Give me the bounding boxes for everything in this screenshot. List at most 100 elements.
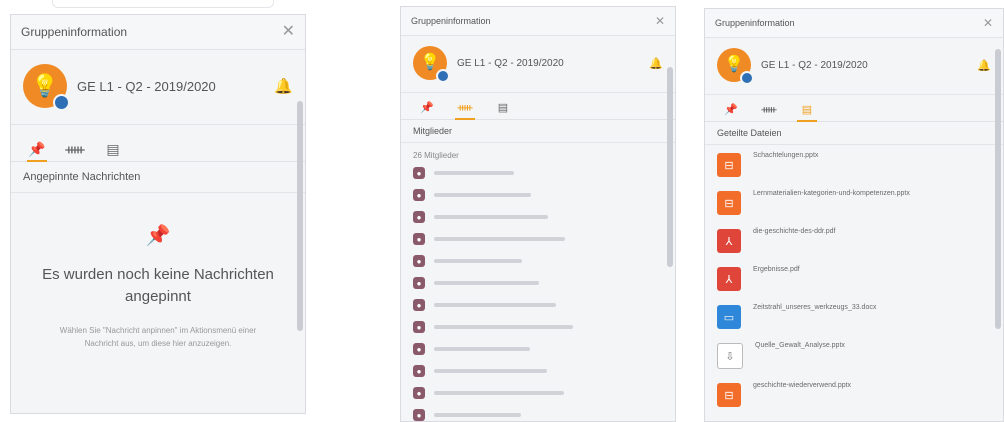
doc-file-icon: ▭ (717, 305, 741, 329)
file-item[interactable]: ⊟ Schachtelungen.pptx (705, 145, 1003, 183)
user-icon: ● (413, 189, 425, 201)
group-name: GE L1 - Q2 - 2019/2020 (77, 78, 216, 94)
member-row[interactable]: ● (401, 382, 675, 404)
tab-pinned[interactable]: 📌 (25, 137, 49, 162)
scrollbar[interactable] (667, 67, 673, 267)
close-icon[interactable]: ✕ (655, 15, 665, 27)
member-row[interactable]: ● (401, 250, 675, 272)
member-name-placeholder (434, 281, 539, 285)
user-icon: ● (413, 387, 425, 399)
file-text: Ergebnisse.pdf (753, 265, 800, 274)
tab-files[interactable]: ▤ (101, 137, 125, 161)
member-name-placeholder (434, 369, 547, 373)
ppt-file-icon: ⊟ (717, 153, 741, 177)
tab-pinned[interactable]: 📌 (415, 95, 439, 119)
file-text: geschichte-wiederverwend.pptx (753, 381, 851, 390)
badge-icon (436, 69, 450, 83)
close-icon[interactable]: ✕ (983, 17, 993, 29)
member-name-placeholder (434, 215, 548, 219)
user-icon: ● (413, 409, 425, 421)
pdf-file-icon: ⅄ (717, 267, 741, 291)
file-item[interactable]: ▭ Zeitstrahl_unseres_werkzeugs_33.docx (705, 297, 1003, 335)
badge-icon (740, 71, 754, 85)
bell-icon[interactable]: 🔔 (977, 59, 991, 72)
group-info-panel-pinned: Gruppeninformation ✕ 💡 GE L1 - Q2 - 2019… (10, 14, 306, 414)
section-title: Geteilte Dateien (705, 122, 1003, 145)
pin-icon: 📌 (420, 101, 434, 114)
file-name: Zeitstrahl_unseres_werkzeugs_33.docx (753, 304, 877, 311)
pin-icon: 📌 (28, 140, 46, 157)
tab-files[interactable]: ▤ (795, 97, 819, 122)
file-item[interactable]: ⊟ geschichte-wiederverwend.pptx (705, 375, 1003, 413)
member-row[interactable]: ● (401, 338, 675, 360)
file-text: Quelle_Gewalt_Analyse.pptx (755, 341, 845, 350)
file-text: Schachtelungen.pptx (753, 151, 818, 160)
bell-icon[interactable]: 🔔 (649, 57, 663, 70)
lightbulb-icon: 💡 (724, 56, 744, 73)
tab-pinned[interactable]: 📌 (719, 97, 743, 121)
group-info-panel-files: Gruppeninformation ✕ 💡 GE L1 - Q2 - 2019… (704, 8, 1004, 422)
empty-title: Es wurden noch keine Nachrichten angepin… (42, 266, 274, 305)
section-title: Mitglieder (401, 120, 675, 143)
members-icon: ᚔ (457, 101, 473, 114)
pin-icon: 📌 (145, 225, 171, 247)
member-count: 26 Mitglieder (413, 151, 459, 160)
close-icon[interactable]: ✕ (282, 24, 295, 40)
panel-header: Gruppeninformation ✕ (705, 9, 1003, 38)
file-text: Lernmaterialien-kategorien-und-kompetenz… (753, 189, 910, 198)
bell-icon[interactable]: 🔔 (274, 77, 293, 95)
user-icon: ● (413, 211, 425, 223)
members-icon: ᚔ (761, 103, 777, 116)
group-avatar: 💡 (413, 46, 450, 83)
panel-title: Gruppeninformation (21, 25, 128, 39)
file-text: Zeitstrahl_unseres_werkzeugs_33.docx (753, 303, 876, 312)
group-header: 💡 GE L1 - Q2 - 2019/2020 🔔 (401, 36, 675, 93)
lightbulb-icon: 💡 (31, 73, 59, 98)
group-avatar: 💡 (717, 48, 754, 85)
badge-icon (53, 94, 70, 111)
group-header: 💡 GE L1 - Q2 - 2019/2020 🔔 (705, 38, 1003, 95)
file-name: die-geschichte-des-ddr.pdf (753, 228, 836, 235)
files-icon: ▤ (801, 103, 813, 116)
scrollbar[interactable] (995, 49, 1001, 329)
member-row[interactable]: ● (401, 272, 675, 294)
tab-bar: 📌 ᚔ ▤ (11, 125, 305, 162)
tab-members[interactable]: ᚔ (453, 95, 477, 120)
member-row[interactable]: ● (401, 316, 675, 338)
user-icon: ● (413, 321, 425, 333)
group-info-panel-members: Gruppeninformation ✕ 💡 GE L1 - Q2 - 2019… (400, 6, 676, 422)
member-row[interactable]: ● (401, 404, 675, 421)
member-name-placeholder (434, 237, 565, 241)
lightbulb-icon: 💡 (420, 54, 440, 71)
member-row[interactable]: ● (401, 294, 675, 316)
member-name-placeholder (434, 325, 573, 329)
tab-files[interactable]: ▤ (491, 95, 515, 119)
file-item[interactable]: ⅄ Ergebnisse.pdf (705, 259, 1003, 297)
member-name-placeholder (434, 193, 531, 197)
member-row[interactable]: ● (401, 162, 675, 184)
member-row[interactable]: ● (401, 228, 675, 250)
tab-members[interactable]: ᚔ (757, 97, 781, 121)
tab-members[interactable]: ᚔ (63, 137, 87, 161)
scrollbar[interactable] (297, 101, 303, 331)
member-row[interactable]: ● (401, 206, 675, 228)
file-name: Ergebnisse.pdf (753, 266, 800, 273)
member-name-placeholder (434, 171, 514, 175)
tab-bar: 📌 ᚔ ▤ (705, 95, 1003, 122)
file-item[interactable]: ⅄ die-geschichte-des-ddr.pdf (705, 221, 1003, 259)
panel-title: Gruppeninformation (411, 16, 491, 26)
tab-bar: 📌 ᚔ ▤ (401, 93, 675, 120)
member-name-placeholder (434, 303, 556, 307)
pin-icon: 📌 (724, 103, 738, 116)
member-row[interactable]: ● (401, 184, 675, 206)
user-icon: ● (413, 167, 425, 179)
user-icon: ● (413, 233, 425, 245)
panel-title: Gruppeninformation (715, 18, 795, 28)
ppt-file-icon: ⊟ (717, 191, 741, 215)
section-title: Angepinnte Nachrichten (11, 162, 305, 193)
file-item[interactable]: ⇩ Quelle_Gewalt_Analyse.pptx (705, 335, 1003, 375)
file-item[interactable]: ⊟ Lernmaterialien-kategorien-und-kompeten… (705, 183, 1003, 221)
user-icon: ● (413, 299, 425, 311)
empty-hint: Wählen Sie "Nachricht anpinnen" im Aktio… (59, 326, 257, 348)
member-row[interactable]: ● (401, 360, 675, 382)
